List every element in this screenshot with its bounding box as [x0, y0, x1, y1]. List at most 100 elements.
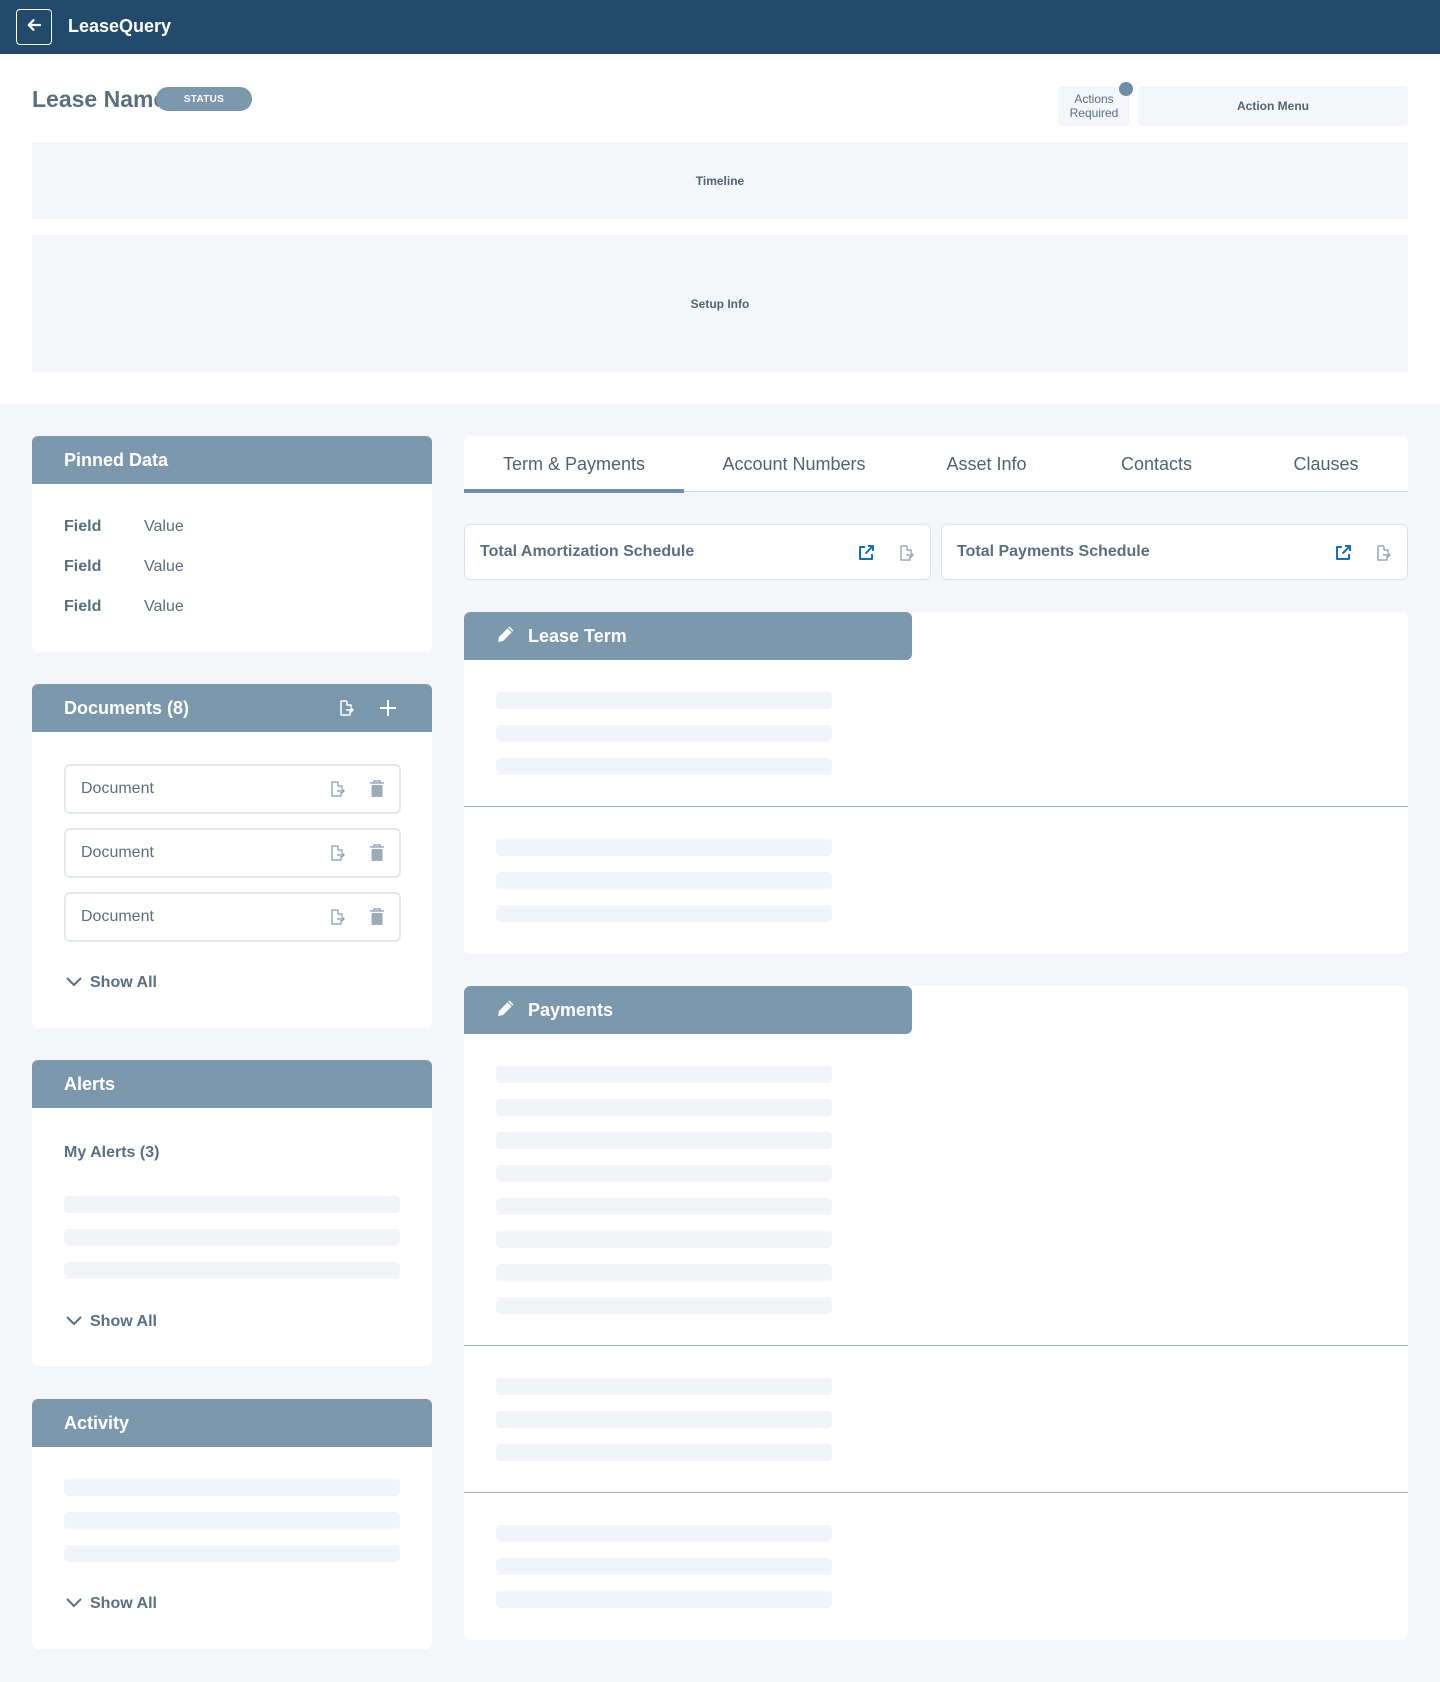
- pinned-field-label: Field: [64, 558, 102, 575]
- setup-info-panel: Setup Info: [32, 235, 1408, 372]
- status-badge: STATUS: [156, 87, 252, 111]
- export-icon[interactable]: [327, 779, 347, 799]
- skeleton-line: [496, 725, 832, 742]
- external-link-icon[interactable]: [1333, 543, 1353, 563]
- arrow-left-icon: [25, 16, 43, 39]
- add-document-icon[interactable]: [378, 698, 398, 718]
- pencil-icon: [496, 624, 516, 649]
- section-divider: [464, 806, 1408, 807]
- lease-name: Lease Name: [32, 86, 167, 112]
- skeleton-line: [64, 1512, 400, 1529]
- total-payments-schedule[interactable]: Total Payments Schedule: [941, 524, 1408, 580]
- tab-bar: Term & Payments Account Numbers Asset In…: [464, 436, 1408, 493]
- export-icon[interactable]: [1373, 543, 1393, 563]
- skeleton-line: [496, 1378, 832, 1395]
- skeleton-line: [496, 1099, 832, 1116]
- trash-icon[interactable]: [367, 843, 387, 863]
- skeleton-line: [496, 1411, 832, 1428]
- document-row[interactable]: Document: [64, 764, 401, 814]
- timeline-label: Timeline: [695, 173, 745, 188]
- activity-card: Activity Show All: [32, 1399, 432, 1649]
- skeleton-line: [64, 1479, 400, 1496]
- export-icon[interactable]: [327, 843, 347, 863]
- skeleton-line: [496, 1066, 832, 1083]
- pinned-data-title: Pinned Data: [32, 436, 432, 484]
- tab-label: Account Numbers: [722, 453, 866, 474]
- payments-section: Payments: [464, 986, 1408, 1640]
- skeleton-line: [496, 1132, 832, 1149]
- actions-required-label-line1: Actions: [1074, 92, 1114, 106]
- schedule-label: Total Payments Schedule: [957, 543, 1150, 560]
- documents-card: Documents (8) Document Document Document…: [32, 684, 432, 1028]
- document-name: Document: [81, 844, 154, 861]
- skeleton-line: [496, 1444, 832, 1461]
- payments-title: Payments: [528, 999, 614, 1020]
- tab-label: Term & Payments: [502, 453, 646, 474]
- skeleton-line: [64, 1196, 400, 1213]
- document-row[interactable]: Document: [64, 828, 401, 878]
- lease-term-title: Lease Term: [528, 625, 627, 646]
- trash-icon[interactable]: [367, 779, 387, 799]
- tab-clauses[interactable]: Clauses: [1244, 436, 1408, 492]
- skeleton-line: [64, 1229, 400, 1246]
- skeleton-line: [496, 1165, 832, 1182]
- pencil-icon: [496, 998, 516, 1023]
- total-amortization-schedule[interactable]: Total Amortization Schedule: [464, 524, 931, 580]
- active-tab-indicator: [464, 489, 684, 493]
- show-all-label: Show All: [90, 1313, 157, 1330]
- documents-show-all-button[interactable]: Show All: [66, 974, 157, 992]
- schedule-label: Total Amortization Schedule: [480, 543, 695, 560]
- skeleton-line: [496, 839, 832, 856]
- document-name: Document: [81, 908, 154, 925]
- skeleton-line: [496, 1558, 832, 1575]
- actions-required-label-line2: Required: [1069, 106, 1119, 120]
- export-icon[interactable]: [327, 907, 347, 927]
- external-link-icon[interactable]: [856, 543, 876, 563]
- tab-term-payments[interactable]: Term & Payments: [464, 436, 684, 493]
- documents-header: Documents (8): [32, 684, 432, 732]
- back-button[interactable]: [16, 9, 52, 45]
- activity-title: Activity: [32, 1399, 432, 1447]
- pinned-field-value: Value: [144, 518, 184, 535]
- lease-term-header[interactable]: Lease Term: [464, 612, 912, 660]
- pinned-field-label: Field: [64, 518, 102, 535]
- document-row[interactable]: Document: [64, 892, 401, 942]
- skeleton-line: [64, 1262, 400, 1279]
- skeleton-line: [496, 1231, 832, 1248]
- export-icon[interactable]: [896, 543, 916, 563]
- skeleton-line: [496, 1198, 832, 1215]
- show-all-label: Show All: [90, 974, 157, 991]
- tab-contacts[interactable]: Contacts: [1069, 436, 1244, 492]
- skeleton-line: [64, 1545, 400, 1562]
- chevron-down-icon: [66, 1595, 82, 1613]
- alerts-title: Alerts: [32, 1060, 432, 1108]
- action-menu-button[interactable]: Action Menu: [1138, 86, 1408, 126]
- skeleton-line: [496, 905, 832, 922]
- skeleton-line: [496, 1525, 832, 1542]
- section-divider: [464, 1345, 1408, 1346]
- document-name: Document: [81, 780, 154, 797]
- app-title: LeaseQuery: [68, 16, 172, 36]
- payments-header[interactable]: Payments: [464, 986, 912, 1034]
- skeleton-line: [496, 692, 832, 709]
- pinned-data-card: Pinned Data Field Value Field Value Fiel…: [32, 436, 432, 652]
- setup-info-label: Setup Info: [690, 296, 750, 311]
- skeleton-line: [496, 872, 832, 889]
- documents-title: Documents (8): [64, 697, 190, 718]
- notification-dot: [1119, 82, 1133, 96]
- tab-label: Asset Info: [946, 453, 1027, 474]
- export-icon[interactable]: [336, 698, 356, 718]
- lease-term-section: Lease Term: [464, 612, 1408, 954]
- trash-icon[interactable]: [367, 907, 387, 927]
- tab-account-numbers[interactable]: Account Numbers: [684, 436, 904, 492]
- alerts-show-all-button[interactable]: Show All: [66, 1313, 157, 1331]
- chevron-down-icon: [66, 974, 82, 992]
- my-alerts-label: My Alerts (3): [64, 1144, 160, 1161]
- alerts-card: Alerts My Alerts (3) Show All: [32, 1060, 432, 1366]
- activity-show-all-button[interactable]: Show All: [66, 1595, 157, 1613]
- skeleton-line: [496, 758, 832, 775]
- section-divider: [464, 1492, 1408, 1493]
- skeleton-line: [496, 1264, 832, 1281]
- tab-asset-info[interactable]: Asset Info: [904, 436, 1069, 492]
- pinned-field-value: Value: [144, 558, 184, 575]
